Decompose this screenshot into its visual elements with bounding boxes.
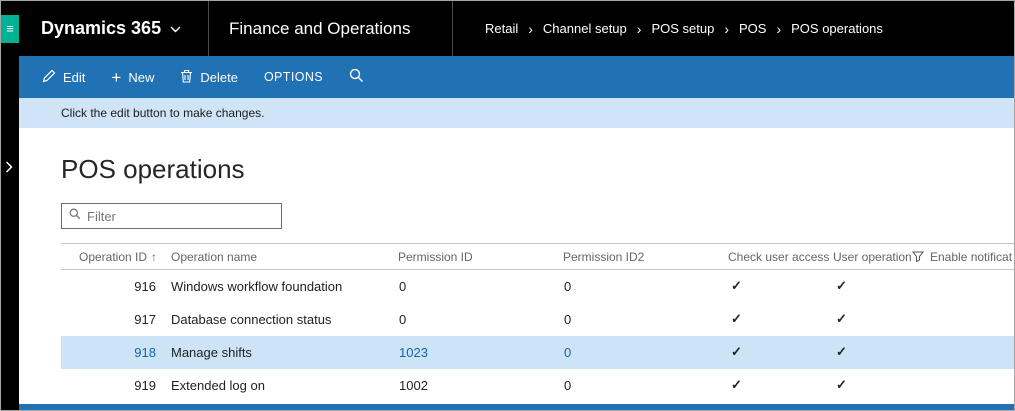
expand-nav-button[interactable] (5, 161, 13, 176)
cell-user-operation[interactable]: ✓ (829, 303, 926, 336)
options-button-label: OPTIONS (264, 70, 323, 84)
cell-user-operation[interactable]: ✓ (829, 336, 926, 369)
cell-enable-notifications[interactable] (926, 336, 1014, 369)
new-button[interactable]: + New (98, 56, 167, 98)
delete-button-label: Delete (200, 70, 238, 85)
product-name[interactable]: Finance and Operations (208, 1, 453, 56)
cell-operation-id[interactable]: 918 (61, 336, 166, 369)
bottom-bar (19, 404, 1014, 410)
cell-operation-name[interactable]: Database connection status (166, 303, 394, 336)
cell-operation-name[interactable]: Windows workflow foundation (166, 270, 394, 303)
cell-permission-id[interactable]: 0 (394, 303, 559, 336)
cell-permission-id[interactable]: 1023 (394, 336, 559, 369)
column-header-operation-id[interactable]: Operation ID↑ (61, 244, 166, 270)
column-header-user-operation[interactable]: User operation (829, 244, 926, 270)
app-launcher[interactable]: Dynamics 365 (19, 1, 208, 56)
cell-operation-name[interactable]: Manage shifts (166, 336, 394, 369)
trash-icon (180, 69, 193, 86)
cell-check-user-access[interactable]: ✓ (724, 369, 829, 402)
breadcrumb-item[interactable]: POS operations (791, 21, 883, 36)
top-navbar: ≡ Dynamics 365 Finance and Operations Re… (1, 1, 1014, 56)
cell-operation-id[interactable]: 919 (61, 369, 166, 402)
new-button-label: New (128, 70, 154, 85)
breadcrumb-separator-icon: › (636, 21, 643, 37)
delete-button[interactable]: Delete (167, 56, 251, 98)
options-button[interactable]: OPTIONS (251, 56, 336, 98)
toolbar-search-button[interactable] (336, 56, 377, 98)
chevron-right-icon (5, 161, 13, 176)
pencil-icon (42, 69, 56, 86)
cell-operation-id[interactable]: 916 (61, 270, 166, 303)
search-icon (349, 68, 364, 86)
cell-operation-id[interactable]: 917 (61, 303, 166, 336)
app-name: Dynamics 365 (41, 18, 161, 39)
cell-enable-notifications[interactable] (926, 270, 1014, 303)
table-body: 916 Windows workflow foundation 0 0 ✓ ✓ … (61, 270, 1014, 411)
table-row[interactable]: 917 Database connection status 0 0 ✓ ✓ (61, 303, 1014, 336)
filter-input[interactable] (87, 209, 274, 224)
edit-button-label: Edit (63, 70, 85, 85)
cell-permission-id2[interactable]: 0 (559, 270, 724, 303)
plus-icon: + (111, 69, 121, 86)
column-header-permission-id2[interactable]: Permission ID2 (559, 244, 724, 270)
breadcrumb: Retail › Channel setup › POS setup › POS… (453, 21, 883, 37)
operations-table: Operation ID↑ Operation name Permission … (61, 243, 1014, 410)
edit-button[interactable]: Edit (29, 56, 98, 98)
breadcrumb-separator-icon: › (775, 21, 782, 37)
cell-user-operation[interactable]: ✓ (829, 369, 926, 402)
main-content: POS operations Operation ID↑ (19, 128, 1014, 410)
sort-ascending-icon: ↑ (151, 250, 157, 264)
table-row[interactable]: 919 Extended log on 1002 0 ✓ ✓ (61, 369, 1014, 402)
breadcrumb-item[interactable]: Channel setup (543, 21, 627, 36)
filter-box (61, 203, 282, 229)
breadcrumb-item[interactable]: Retail (485, 21, 518, 36)
cell-check-user-access[interactable]: ✓ (724, 336, 829, 369)
app-window: ≡ Dynamics 365 Finance and Operations Re… (0, 0, 1015, 411)
action-toolbar: Edit + New Delete OPTIONS (19, 56, 1014, 98)
cell-check-user-access[interactable]: ✓ (724, 303, 829, 336)
cell-user-operation[interactable]: ✓ (829, 270, 926, 303)
cell-enable-notifications[interactable] (926, 303, 1014, 336)
notification-bar: Click the edit button to make changes. (19, 98, 1014, 128)
column-header-enable-notifications[interactable]: Enable notificat (926, 244, 1014, 270)
cell-permission-id[interactable]: 1002 (394, 369, 559, 402)
operations-table-wrapper: Operation ID↑ Operation name Permission … (61, 243, 1014, 410)
cell-permission-id2[interactable]: 0 (559, 336, 724, 369)
filter-funnel-icon[interactable] (912, 251, 924, 262)
notification-message: Click the edit button to make changes. (61, 106, 264, 120)
breadcrumb-item[interactable]: POS (739, 21, 766, 36)
cell-permission-id2[interactable]: 0 (559, 369, 724, 402)
table-row[interactable]: 916 Windows workflow foundation 0 0 ✓ ✓ (61, 270, 1014, 303)
filter-search-icon (69, 207, 81, 225)
table-row[interactable]: 918 Manage shifts 1023 0 ✓ ✓ (61, 336, 1014, 369)
breadcrumb-separator-icon: › (527, 21, 534, 37)
cell-enable-notifications[interactable] (926, 369, 1014, 402)
hamburger-icon: ≡ (6, 21, 14, 36)
column-header-operation-name[interactable]: Operation name (166, 244, 394, 270)
cell-permission-id2[interactable]: 0 (559, 303, 724, 336)
page-title: POS operations (61, 154, 1014, 185)
cell-operation-name[interactable]: Extended log on (166, 369, 394, 402)
column-header-check-user-access[interactable]: Check user access (724, 244, 829, 270)
breadcrumb-item[interactable]: POS setup (651, 21, 714, 36)
hamburger-menu-button[interactable]: ≡ (1, 15, 19, 43)
left-nav-rail (1, 56, 19, 410)
chevron-down-icon (170, 20, 181, 38)
table-header-row: Operation ID↑ Operation name Permission … (61, 244, 1014, 270)
cell-check-user-access[interactable]: ✓ (724, 270, 829, 303)
cell-permission-id[interactable]: 0 (394, 270, 559, 303)
breadcrumb-separator-icon: › (723, 21, 730, 37)
column-header-permission-id[interactable]: Permission ID (394, 244, 559, 270)
